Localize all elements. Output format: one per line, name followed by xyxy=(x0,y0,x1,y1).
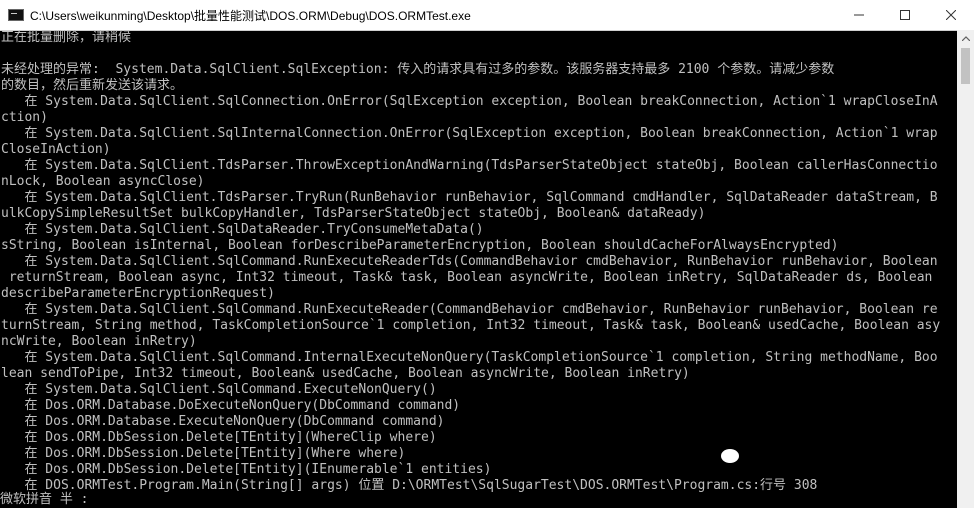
maximize-icon xyxy=(900,10,910,20)
console-line: 在 Dos.ORM.DbSession.Delete[TEntity](Wher… xyxy=(1,430,437,445)
scroll-up-button[interactable] xyxy=(957,30,974,47)
console-line: 在 DOS.ORMTest.Program.Main(String[] args… xyxy=(1,478,818,493)
console-line: sString, Boolean isInternal, Boolean for… xyxy=(1,238,839,253)
console-line: 在 System.Data.SqlClient.TdsParser.ThrowE… xyxy=(1,158,938,173)
mouse-cursor-icon xyxy=(721,449,739,463)
console-output[interactable]: 正在批量删除，请稍候未经处理的异常: System.Data.SqlClient… xyxy=(0,30,958,508)
console-line: returnStream, Boolean async, Int32 timeo… xyxy=(1,270,933,285)
console-line: 在 System.Data.SqlClient.SqlCommand.RunEx… xyxy=(1,302,938,317)
console-line: 的数目，然后重新发送该请求。 xyxy=(1,78,184,93)
minimize-button[interactable] xyxy=(836,0,882,30)
chevron-up-icon xyxy=(961,36,970,41)
console-line: 在 Dos.ORM.Database.ExecuteNonQuery(DbCom… xyxy=(1,414,445,429)
console-line: 在 System.Data.SqlClient.SqlDataReader.Tr… xyxy=(1,222,484,237)
console-line: 在 System.Data.SqlClient.SqlCommand.Execu… xyxy=(1,382,437,397)
console-line: ction) xyxy=(1,110,48,125)
console-line: 在 System.Data.SqlClient.TdsParser.TryRun… xyxy=(1,190,938,205)
console-line: 正在批量删除，请稍候 xyxy=(1,30,132,45)
console-line: ulkCopySimpleResultSet bulkCopyHandler, … xyxy=(1,206,706,221)
console-line: 在 System.Data.SqlClient.SqlCommand.RunEx… xyxy=(1,254,938,269)
console-line: ncWrite, Boolean inRetry) xyxy=(1,334,197,349)
console-line: lean sendToPipe, Int32 timeout, Boolean&… xyxy=(1,366,690,381)
title-bar[interactable]: C:\Users\weikunming\Desktop\批量性能测试\DOS.O… xyxy=(0,0,974,31)
close-icon xyxy=(946,10,956,20)
console-line: 在 System.Data.SqlClient.SqlInternalConne… xyxy=(1,126,938,141)
console-line: 在 System.Data.SqlClient.SqlConnection.On… xyxy=(1,94,938,109)
scroll-thumb[interactable] xyxy=(961,48,970,84)
console-line: 在 Dos.ORM.Database.DoExecuteNonQuery(DbC… xyxy=(1,398,461,413)
console-line: 未经处理的异常: System.Data.SqlClient.SqlExcept… xyxy=(1,62,835,77)
console-line: 在 Dos.ORM.DbSession.Delete[TEntity](IEnu… xyxy=(1,462,492,477)
console-line: describeParameterEncryptionRequest) xyxy=(1,286,275,301)
console-app-icon xyxy=(8,9,24,21)
vertical-scrollbar[interactable] xyxy=(957,30,974,508)
console-line: 在 System.Data.SqlClient.SqlCommand.Inter… xyxy=(1,350,938,365)
console-line: CloseInAction) xyxy=(1,142,111,157)
ime-status: 微软拼音 半 : xyxy=(0,492,89,507)
window-title: C:\Users\weikunming\Desktop\批量性能测试\DOS.O… xyxy=(30,8,471,23)
minimize-icon xyxy=(854,14,864,16)
console-line: nLock, Boolean asyncClose) xyxy=(1,174,205,189)
console-line: 在 Dos.ORM.DbSession.Delete[TEntity](Wher… xyxy=(1,446,406,461)
console-line: turnStream, String method, TaskCompletio… xyxy=(1,318,941,333)
close-button[interactable] xyxy=(928,0,974,30)
maximize-button[interactable] xyxy=(882,0,928,30)
